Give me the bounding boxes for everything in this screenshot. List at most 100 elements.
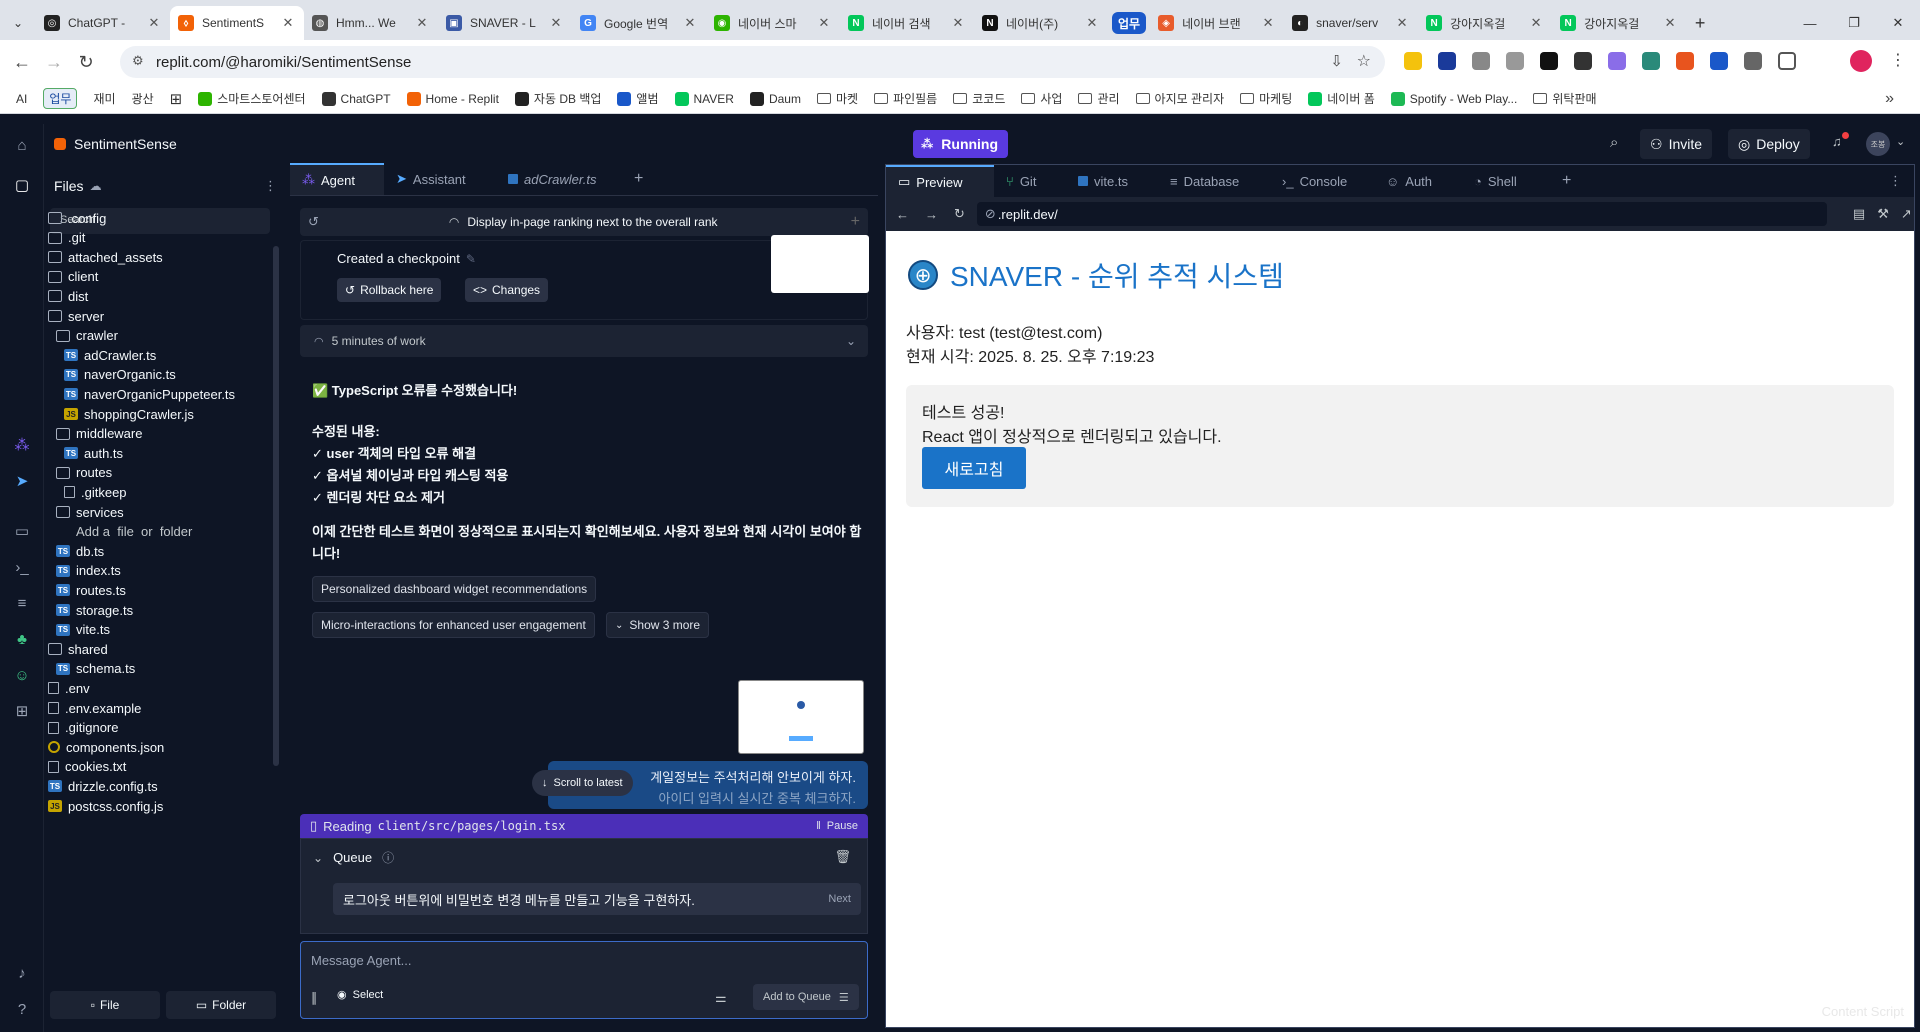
browser-tab[interactable]: ◉ 네이버 스마 ✕ (706, 6, 840, 40)
close-tab-icon[interactable]: ✕ (1260, 15, 1276, 31)
new-file-button[interactable]: ▫ File (50, 991, 160, 1019)
browser-tab[interactable]: ◍ Hmm... We ✕ (304, 6, 438, 40)
tree-icon[interactable]: ♣ (12, 630, 32, 650)
close-tab-icon[interactable]: ✕ (280, 15, 296, 31)
chevron-down-icon[interactable]: ⌄ (846, 334, 856, 348)
project-name[interactable]: SentimentSense (74, 136, 177, 152)
extension-icon[interactable] (1438, 52, 1456, 70)
tab-group-label[interactable]: 업무 (1112, 12, 1147, 34)
preview-url-input[interactable]: ⊘ .replit.dev/ (976, 202, 1827, 226)
extension-icon[interactable] (1608, 52, 1626, 70)
extension-icon[interactable] (1574, 52, 1592, 70)
user-attachment-thumbnail[interactable] (738, 680, 864, 754)
add-to-queue-button[interactable]: Add to Queue ☰ (753, 984, 859, 1010)
attach-paperclip-icon[interactable]: ∥ (311, 990, 318, 1006)
reload-icon[interactable]: ↻ (70, 46, 102, 78)
message-input[interactable]: Message Agent... (311, 953, 411, 968)
minimize-window-button[interactable]: — (1788, 6, 1832, 40)
tab-vite[interactable]: vite.ts (1066, 165, 1158, 197)
tab-auth[interactable]: ☺ Auth (1374, 165, 1462, 197)
bookmark-item[interactable]: 광산 (124, 90, 162, 107)
bookmark-star-icon[interactable]: ☆ (1357, 51, 1371, 71)
devtools-wrench-icon[interactable]: ⚒ (1877, 206, 1889, 222)
tab-adcrawler[interactable]: adCrawler.ts (496, 163, 622, 195)
rollback-button[interactable]: ↺ Rollback here (337, 278, 442, 302)
tab-database[interactable]: ≡ Database (1158, 165, 1270, 197)
invite-button[interactable]: ⚇ Invite (1640, 129, 1713, 159)
run-button[interactable]: ⁂ Running (913, 130, 1009, 158)
suggestion-chip[interactable]: Personalized dashboard widget recommenda… (312, 576, 597, 602)
bookmark-item[interactable]: AI (8, 92, 35, 106)
close-window-button[interactable]: ✕ (1876, 6, 1920, 40)
extension-icon[interactable] (1744, 52, 1762, 70)
new-thread-icon[interactable]: + (851, 213, 860, 231)
extensions-puzzle-icon[interactable] (1778, 52, 1796, 70)
trash-icon[interactable]: 🗑 (834, 849, 851, 865)
search-icon[interactable]: ⌕ (1610, 134, 1618, 151)
browser-tab[interactable]: G Google 번역 ✕ (572, 6, 706, 40)
extension-icon[interactable] (1540, 52, 1558, 70)
close-tab-icon[interactable]: ✕ (414, 15, 430, 31)
close-tab-icon[interactable]: ✕ (682, 15, 698, 31)
tab-assistant[interactable]: ➤ Assistant (384, 163, 496, 195)
chevron-down-icon[interactable]: ⌄ (313, 851, 323, 865)
new-tab-button[interactable]: + (1686, 6, 1714, 40)
bookmark-item[interactable]: 아지모 관리자 (1128, 90, 1233, 107)
files-scrollbar[interactable] (273, 246, 279, 766)
checkpoint-thumbnail[interactable] (771, 235, 869, 293)
bookmark-item[interactable]: 업무 (35, 88, 85, 109)
auth-icon[interactable]: ☺ (12, 666, 32, 686)
show-more-button[interactable]: ⌄ Show 3 more (606, 612, 710, 638)
close-tab-icon[interactable]: ✕ (548, 15, 564, 31)
bookmark-item[interactable]: NAVER (667, 91, 742, 106)
bookmark-item[interactable]: 앨범 (609, 90, 666, 107)
back-icon[interactable]: ← (6, 46, 38, 78)
more-bookmarks-icon[interactable]: » (1885, 90, 1894, 108)
edit-pencil-icon[interactable]: ✎ (466, 252, 476, 266)
close-tab-icon[interactable]: ✕ (1394, 15, 1410, 31)
browser-tab[interactable]: ◎ ChatGPT - ✕ (36, 6, 170, 40)
browser-tab[interactable]: N 강아지옥걸 ✕ (1418, 6, 1552, 40)
extension-icon[interactable] (1676, 52, 1694, 70)
tab-preview[interactable]: ▭ Preview (886, 165, 994, 197)
bookmark-item[interactable]: 코코드 (945, 90, 1013, 107)
settings-sliders-icon[interactable]: ⚌ (715, 990, 727, 1006)
address-bar[interactable]: ⚙ replit.com/@haromiki/SentimentSense ⇩ … (120, 46, 1385, 78)
forward-icon[interactable]: → (38, 46, 70, 78)
chevron-down-icon[interactable]: ⌄ (1896, 135, 1905, 148)
help-icon[interactable]: ? (12, 1000, 32, 1020)
deploy-button[interactable]: ◎ Deploy (1728, 129, 1810, 159)
open-new-window-icon[interactable]: ↗ (1901, 206, 1912, 222)
bookmark-item[interactable]: 관리 (1070, 90, 1127, 107)
all-tools-icon[interactable]: ⊞ (12, 702, 32, 722)
info-icon[interactable]: ⓘ (382, 849, 394, 866)
extension-icon[interactable] (1506, 52, 1524, 70)
bookmark-item[interactable]: 네이버 폼 (1300, 90, 1383, 107)
tab-git[interactable]: ⑂ Git (994, 165, 1066, 197)
bookmark-item[interactable]: 마케팅 (1232, 90, 1300, 107)
bookmark-item[interactable]: Home - Replit (399, 91, 507, 106)
restore-window-button[interactable]: ❐ (1832, 6, 1876, 40)
bookmark-item[interactable]: 재미 (85, 90, 123, 107)
file-item[interactable]: JS postcss.config.js (48, 794, 163, 818)
close-tab-icon[interactable]: ✕ (1528, 15, 1544, 31)
extension-icon[interactable] (1710, 52, 1728, 70)
extension-icon[interactable] (1404, 52, 1422, 70)
preview-forward-icon[interactable]: → (925, 207, 938, 222)
tab-list-button[interactable]: ⌄ (0, 6, 36, 40)
preview-menu-icon[interactable]: ⋮ (1877, 165, 1914, 197)
close-tab-icon[interactable]: ✕ (950, 15, 966, 31)
preview-icon[interactable]: ▭ (12, 522, 32, 542)
new-tab-plus[interactable]: + (622, 163, 655, 195)
browser-tab[interactable]: N 강아지옥걸 ✕ (1552, 6, 1686, 40)
close-tab-icon[interactable]: ✕ (1662, 15, 1678, 31)
assistant-icon[interactable]: ➤ (12, 472, 32, 492)
tab-shell[interactable]: ◔ Shell (1462, 165, 1550, 197)
history-icon[interactable]: ↺ (308, 214, 319, 230)
database-icon[interactable]: ≡ (12, 594, 32, 614)
close-tab-icon[interactable]: ✕ (1084, 15, 1100, 31)
changes-button[interactable]: <> Changes (465, 278, 549, 302)
bookmark-item[interactable]: 파인필름 (866, 90, 945, 107)
files-menu-icon[interactable]: ⋮ (264, 178, 277, 194)
extension-icon[interactable] (1472, 52, 1490, 70)
